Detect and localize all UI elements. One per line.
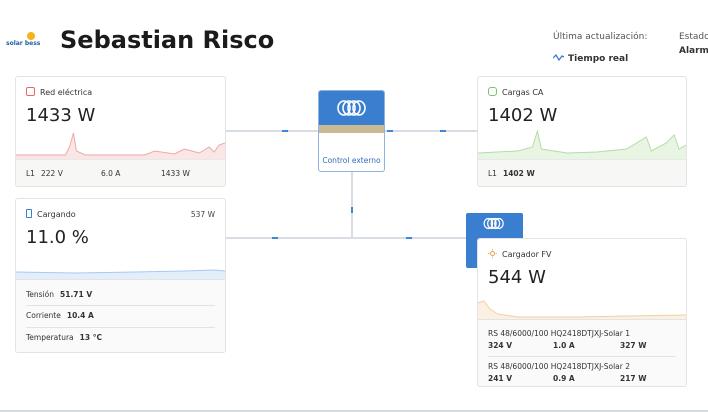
battery-details: Tensión 51.71 V Corriente 10.4 A Temperatu… bbox=[16, 279, 225, 352]
logo-text: solar bess bbox=[6, 40, 41, 47]
battery-power: 537 W bbox=[190, 210, 215, 219]
battery-sparkline bbox=[16, 269, 225, 279]
control-label: Control externo bbox=[322, 156, 381, 165]
victron-logo-icon bbox=[337, 100, 366, 116]
control-externo-node[interactable]: Control externo bbox=[318, 90, 385, 172]
update-value-wrap: Tiempo real bbox=[552, 46, 629, 65]
flow-dot bbox=[406, 237, 412, 239]
update-value: Tiempo real bbox=[568, 54, 629, 64]
ac-loads-footer: L1 1402 W bbox=[478, 159, 686, 186]
battery-card[interactable]: Cargando 537 W 11.0 % Tensión 51.71 V Cor… bbox=[15, 198, 226, 353]
battery-header: Cargando bbox=[26, 209, 76, 219]
grid-footer: L1 222 V 6.0 A 1433 W bbox=[16, 159, 225, 186]
flow-dot bbox=[387, 130, 393, 132]
flow-dot bbox=[440, 130, 446, 132]
sun-icon bbox=[488, 249, 497, 258]
grid-phase-power: 1433 W bbox=[161, 169, 190, 178]
pv-power: 544 W bbox=[488, 267, 546, 288]
page-title: Sebastian Risco bbox=[60, 26, 275, 54]
solar-bess-logo: solar bess bbox=[6, 32, 52, 50]
status-label: Estado: bbox=[679, 32, 708, 42]
pv-title: Cargador FV bbox=[502, 250, 552, 259]
wire-control-bus bbox=[351, 172, 353, 238]
grid-phase: L1 bbox=[26, 169, 35, 178]
pv-header: Cargador FV bbox=[488, 249, 552, 259]
battery-icon bbox=[26, 209, 32, 218]
realtime-icon bbox=[552, 46, 565, 62]
flow-dot bbox=[351, 207, 353, 213]
ac-loads-phase-power: 1402 W bbox=[503, 169, 535, 178]
ac-loads-phase: L1 bbox=[488, 169, 497, 178]
pv-charger-2-name: RS 48/6000/100 HQ2418DTJXJ-Solar 2 bbox=[488, 362, 630, 371]
ac-loads-card[interactable]: Cargas CA 1402 W L1 1402 W bbox=[477, 76, 687, 187]
grid-card[interactable]: Red eléctrica 1433 W L1 222 V 6.0 A 1433… bbox=[15, 76, 226, 187]
battery-row-temperature: Temperatura 13 °C bbox=[26, 333, 102, 342]
wire-control-loads bbox=[385, 130, 477, 132]
battery-row-current: Corriente 10.4 A bbox=[26, 311, 94, 320]
pv-details: RS 48/6000/100 HQ2418DTJXJ-Solar 1 324 V… bbox=[478, 319, 686, 386]
update-label: Última actualización: bbox=[553, 32, 648, 42]
battery-title: Cargando bbox=[37, 210, 76, 219]
battery-soc: 11.0 % bbox=[26, 227, 89, 248]
sun-icon bbox=[27, 32, 35, 40]
pv-charger-1-name: RS 48/6000/100 HQ2418DTJXJ-Solar 1 bbox=[488, 329, 630, 338]
status-value: Alarma bbox=[679, 46, 708, 56]
pv-card[interactable]: Cargador FV 544 W RS 48/6000/100 HQ2418D… bbox=[477, 238, 687, 387]
wire-battery-pv bbox=[226, 237, 466, 239]
flow-dot bbox=[272, 237, 278, 239]
battery-row-voltage: Tensión 51.71 V bbox=[26, 290, 93, 299]
pv-sparkline bbox=[478, 300, 686, 319]
wire-grid-control bbox=[226, 130, 318, 132]
grid-voltage: 222 V bbox=[41, 169, 63, 178]
grid-sparkline bbox=[16, 132, 225, 159]
ac-loads-sparkline bbox=[478, 129, 686, 159]
grid-current: 6.0 A bbox=[101, 169, 121, 178]
victron-logo-icon bbox=[483, 217, 504, 230]
flow-dot bbox=[282, 130, 288, 132]
control-stripe bbox=[319, 125, 384, 133]
